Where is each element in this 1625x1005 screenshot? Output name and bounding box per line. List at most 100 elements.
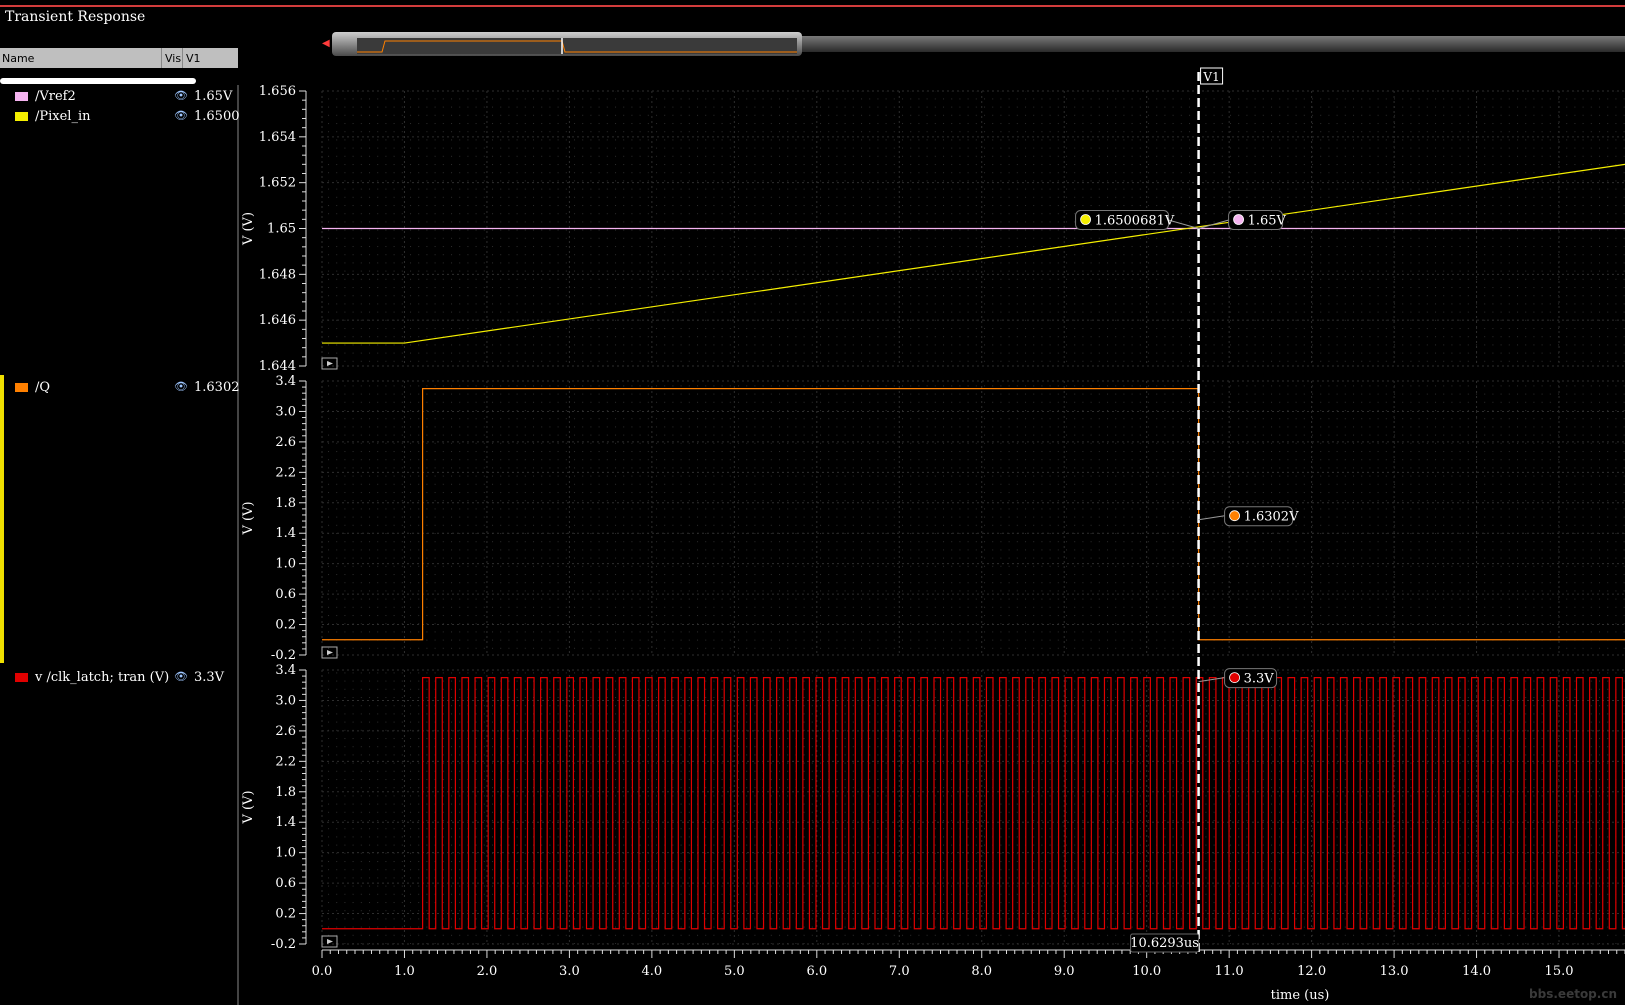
cursor-time-readout: 10.6293us: [1130, 936, 1199, 951]
legend-signal-name: /Q: [35, 380, 51, 395]
series-clk-latch: [322, 677, 1625, 930]
legend-swatch-pixel-in: [15, 112, 28, 121]
strip-1: 1.656 1.654 1.652 1.65 1.648 1.646 1.644 V (V): [241, 84, 1625, 374]
strip-expand-icon: [321, 646, 338, 659]
legend-swatch-vref2: [15, 92, 28, 101]
scroll-left-arrow-icon[interactable]: ◀: [322, 38, 330, 49]
x-tick-label: 14.0: [1462, 964, 1491, 979]
legend-header-v1[interactable]: V1: [186, 52, 201, 65]
eye-icon[interactable]: 👁: [174, 89, 188, 102]
legend-row-clk-latch[interactable]: v /clk_latch; tran (V) 👁 3.3V: [0, 670, 237, 688]
marker-dot: [1229, 672, 1240, 684]
y-tick-label: 0.2: [275, 907, 296, 922]
legend-signal-name: /Vref2: [35, 89, 76, 104]
x-tick-label: 8.0: [971, 964, 992, 979]
marker-pixel-in: 1.6500681V: [1075, 210, 1175, 230]
legend-row-pixel-in[interactable]: /Pixel_in 👁 1.6500: [0, 109, 240, 127]
y-tick-label: 2.2: [275, 754, 296, 769]
series-pixel-in: [322, 163, 1625, 344]
legend-strip-selection: [0, 375, 4, 663]
strip-expand-icon: [321, 357, 338, 370]
play-icon: [327, 939, 333, 944]
x-tick-label: 9.0: [1054, 964, 1075, 979]
play-icon: [327, 650, 333, 655]
legend-cursor-value: 1.6302: [194, 380, 240, 395]
y-tick-label: 2.6: [275, 435, 296, 450]
legend-header-separator: [182, 48, 183, 68]
window-title: Transient Response: [5, 9, 146, 25]
marker-leader: [1198, 219, 1231, 229]
legend-panel: Name Vis V1: [0, 48, 239, 1005]
x-tick-label: 10.0: [1132, 964, 1161, 979]
y-tick-label: 3.0: [275, 693, 296, 708]
marker-box: [1228, 210, 1284, 230]
x-tick-label: 12.0: [1297, 964, 1326, 979]
x-tick-label: 2.0: [477, 964, 498, 979]
y-tick-label: 1.0: [275, 846, 296, 861]
marker-leader: [1198, 677, 1225, 683]
cursor-label-box: [1200, 67, 1224, 85]
overview-waveform: [357, 38, 797, 54]
y-tick-label: 1.8: [275, 785, 296, 800]
legend-row-vref2[interactable]: /Vref2 👁 1.65V: [0, 89, 237, 107]
y-tick-label: 1.646: [259, 313, 296, 328]
eye-icon[interactable]: 👁: [174, 670, 188, 683]
marker-dot: [1080, 214, 1091, 225]
legend-header-separator: [161, 48, 162, 68]
y-tick-label: 0.6: [275, 876, 296, 891]
play-icon: [327, 361, 333, 366]
overview-waveform-preview: [357, 38, 797, 54]
cursor-v1-handle: V1: [1200, 67, 1224, 85]
legend-header-name[interactable]: Name: [2, 52, 34, 65]
marker-box: [1224, 506, 1294, 527]
x-tick-label: 5.0: [724, 964, 745, 979]
y-axis-label: V (V): [241, 212, 256, 246]
watermark: bbs.eetop.cn: [1529, 987, 1617, 1001]
marker-dot: [1233, 214, 1244, 225]
series-q: [322, 388, 1625, 641]
legend-header-vis[interactable]: Vis: [165, 52, 181, 65]
strip-2: 3.4 3.0 2.6 2.2 1.8 1.4 1.0 0.6 0.2 -0.2 V (V): [241, 374, 1625, 663]
y-tick-label: 1.4: [275, 815, 296, 830]
y-tick-label: 3.4: [275, 374, 296, 389]
legend-cursor-value: 1.6500: [194, 109, 240, 124]
y-tick-label: -0.2: [271, 937, 296, 952]
marker-value: 1.65V: [1248, 214, 1287, 229]
grid-dots: [322, 670, 1625, 944]
window-top-border: [0, 5, 1625, 7]
y-axis-label: V (V): [241, 790, 256, 824]
y-tick-label: 0.2: [275, 618, 296, 633]
eye-icon[interactable]: 👁: [174, 380, 188, 393]
y-tick-label: 2.2: [275, 465, 296, 480]
y-tick-label: 1.648: [259, 267, 296, 282]
marker-vref2: 1.65V: [1228, 210, 1287, 230]
x-tick-label: 4.0: [642, 964, 663, 979]
marker-value: 1.6302V: [1244, 510, 1299, 525]
y-tick-label: 0.6: [275, 587, 296, 602]
y-tick-label: 1.652: [259, 176, 296, 191]
waveform-plot-area[interactable]: 1.6561.6541.6521.651.6481.6461.644V (V)3…: [0, 0, 1625, 1005]
legend-cursor-value: 3.3V: [194, 670, 225, 685]
grid-dots: [322, 91, 1625, 366]
x-tick-label: 15.0: [1545, 964, 1574, 979]
scroll-thumb[interactable]: [332, 32, 802, 56]
legend-row-q[interactable]: /Q 👁 1.6302: [0, 380, 240, 398]
y-tick-label: -0.2: [271, 648, 296, 663]
x-tick-label: 11.0: [1215, 964, 1244, 979]
y-tick-label: 3.0: [275, 404, 296, 419]
legend-horizontal-scrollbar[interactable]: [0, 78, 196, 84]
x-tick-label: 6.0: [806, 964, 827, 979]
legend-header: Name Vis V1: [0, 48, 238, 68]
marker-box: [1224, 668, 1278, 689]
time-overview-scrollbar[interactable]: ◀: [322, 30, 1625, 58]
y-tick-label: 1.65: [267, 222, 296, 237]
y-tick-label: 1.4: [275, 526, 296, 541]
x-tick-label: 1.0: [394, 964, 415, 979]
legend-swatch-clk-latch: [15, 673, 28, 682]
grid-dots: [322, 381, 1625, 655]
y-tick-label: 1.654: [259, 130, 296, 145]
eye-icon[interactable]: 👁: [174, 109, 188, 122]
legend-divider[interactable]: [237, 85, 239, 1005]
legend-swatch-q: [15, 383, 28, 392]
y-tick-label: 1.0: [275, 557, 296, 572]
